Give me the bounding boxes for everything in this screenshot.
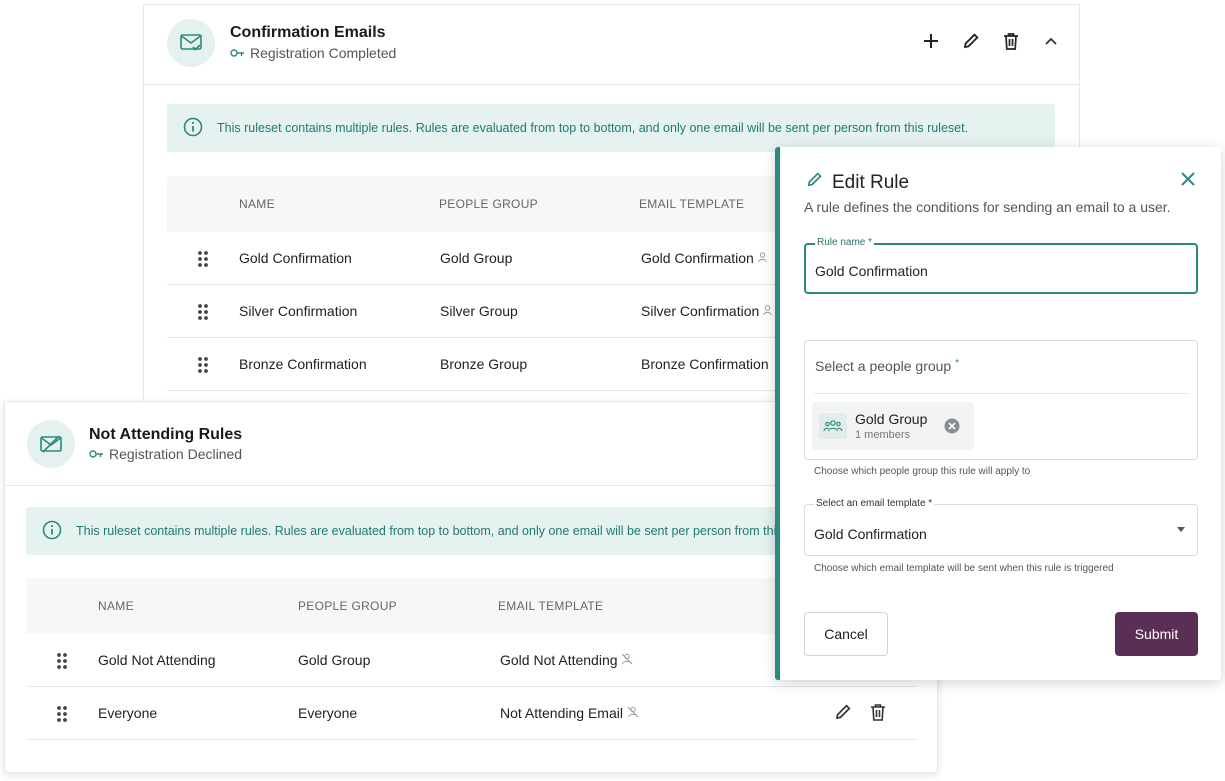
- email-template-helper: Choose which email template will be sent…: [814, 563, 1114, 574]
- rule-template: Silver Confirmation: [641, 303, 775, 319]
- chip-member-count: 1 members: [855, 429, 911, 441]
- close-icon[interactable]: [1181, 172, 1195, 191]
- table-row[interactable]: Everyone Everyone Not Attending Email: [26, 687, 916, 740]
- key-icon: [230, 45, 245, 61]
- delete-icon[interactable]: [1001, 31, 1021, 51]
- rule-group: Silver Group: [440, 303, 518, 319]
- people-group-placeholder: Select a people group *: [815, 358, 959, 374]
- dropdown-arrow-icon[interactable]: [1177, 527, 1185, 532]
- column-header-group: PEOPLE GROUP: [439, 197, 538, 211]
- remove-chip-icon[interactable]: [944, 418, 960, 439]
- add-icon[interactable]: [921, 31, 941, 51]
- ruleset-trigger: Registration Declined: [89, 446, 242, 462]
- ruleset-title: Confirmation Emails: [230, 24, 386, 41]
- rule-template: Gold Not Attending: [500, 652, 633, 668]
- rule-template-label: Gold Not Attending: [500, 652, 618, 668]
- ruleset-trigger-label: Registration Declined: [109, 446, 243, 462]
- people-group-select[interactable]: Select a people group * Gold Group 1 mem…: [804, 340, 1198, 460]
- info-text: This ruleset contains multiple rules. Ru…: [217, 121, 969, 135]
- edit-rule-dialog: Edit Rule A rule defines the conditions …: [775, 147, 1221, 680]
- info-icon: [42, 520, 62, 543]
- dialog-title: Edit Rule: [806, 171, 909, 194]
- person-off-icon: [627, 705, 639, 721]
- chip-group-name: Gold Group: [855, 411, 928, 427]
- column-header-name: NAME: [239, 197, 275, 211]
- rule-group: Bronze Group: [440, 356, 528, 372]
- drag-handle-icon[interactable]: [197, 303, 209, 324]
- rule-template-label: Silver Confirmation: [641, 303, 760, 319]
- group-icon: [819, 413, 847, 439]
- pencil-icon: [806, 171, 823, 194]
- email-template-value: Gold Confirmation: [814, 526, 927, 542]
- rule-name-field[interactable]: Rule name * Gold Confirmation: [804, 237, 1198, 294]
- rule-template: Gold Confirmation: [641, 250, 770, 266]
- drag-handle-icon[interactable]: [197, 356, 209, 377]
- mail-off-icon: [27, 420, 75, 468]
- key-icon: [89, 446, 104, 462]
- rule-name: Everyone: [98, 705, 158, 721]
- delete-icon[interactable]: [870, 703, 886, 724]
- mail-check-icon: [167, 19, 215, 67]
- cancel-button[interactable]: Cancel: [804, 612, 888, 656]
- ruleset-trigger: Registration Completed: [230, 45, 396, 61]
- chevron-up-icon[interactable]: [1041, 31, 1061, 51]
- rule-name: Gold Not Attending: [98, 652, 216, 668]
- rule-name: Bronze Confirmation: [239, 356, 367, 372]
- people-group-placeholder-text: Select a people group: [815, 358, 952, 374]
- ruleset-trigger-label: Registration Completed: [250, 45, 397, 61]
- people-group-helper: Choose which people group this rule will…: [814, 466, 1031, 477]
- info-text: This ruleset contains multiple rules. Ru…: [76, 524, 828, 538]
- column-header-group: PEOPLE GROUP: [298, 599, 397, 613]
- rule-name: Gold Confirmation: [239, 250, 352, 266]
- column-header-template: EMAIL TEMPLATE: [498, 599, 604, 613]
- rule-name-label: Rule name *: [815, 237, 875, 248]
- edit-icon[interactable]: [961, 31, 981, 51]
- rule-name-value: Gold Confirmation: [815, 263, 928, 279]
- divider: [814, 393, 1188, 394]
- column-header-template: EMAIL TEMPLATE: [639, 197, 745, 211]
- email-template-select[interactable]: Select an email template * Gold Confirma…: [804, 498, 1198, 556]
- dialog-title-text: Edit Rule: [832, 171, 910, 193]
- people-icon: [763, 303, 775, 319]
- rule-template-label: Gold Confirmation: [641, 250, 754, 266]
- row-actions: [834, 703, 886, 724]
- required-marker: *: [955, 358, 960, 369]
- drag-handle-icon[interactable]: [56, 705, 68, 726]
- rule-group: Everyone: [298, 705, 358, 721]
- ruleset-actions: [921, 31, 1061, 51]
- ruleset-title: Not Attending Rules: [89, 426, 243, 443]
- rule-group: Gold Group: [298, 652, 371, 668]
- dialog-description: A rule defines the conditions for sendin…: [804, 199, 1171, 215]
- rule-group: Gold Group: [440, 250, 513, 266]
- email-template-label: Select an email template *: [814, 498, 935, 509]
- rule-name: Silver Confirmation: [239, 303, 358, 319]
- column-header-name: NAME: [98, 599, 134, 613]
- edit-icon[interactable]: [834, 703, 852, 724]
- rule-template-label: Not Attending Email: [500, 705, 623, 721]
- rule-template: Not Attending Email: [500, 705, 639, 721]
- person-off-icon: [621, 652, 633, 668]
- drag-handle-icon[interactable]: [56, 652, 68, 673]
- drag-handle-icon[interactable]: [197, 250, 209, 271]
- ruleset-header: Confirmation Emails Registration Complet…: [144, 5, 1079, 85]
- rule-template: Bronze Confirmation: [641, 356, 769, 372]
- info-icon: [183, 117, 203, 140]
- selected-group-chip: Gold Group 1 members: [812, 402, 974, 450]
- people-icon: [758, 250, 770, 266]
- info-banner: This ruleset contains multiple rules. Ru…: [167, 104, 1055, 152]
- submit-button[interactable]: Submit: [1115, 612, 1198, 656]
